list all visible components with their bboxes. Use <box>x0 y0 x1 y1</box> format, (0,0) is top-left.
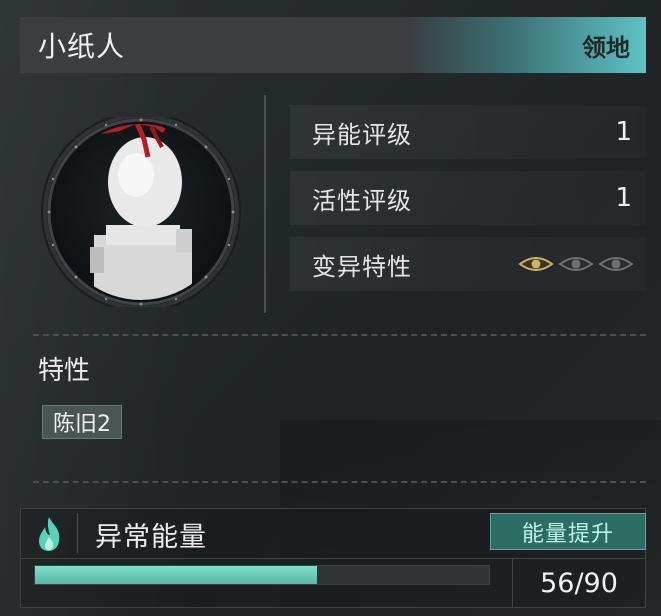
trait-tag[interactable]: 陈旧2 <box>42 405 122 439</box>
energy-label: 异常能量 <box>95 522 207 553</box>
stat-label: 异能评级 <box>312 120 412 149</box>
character-header: 小纸人 领地 <box>20 17 646 73</box>
section-divider <box>33 481 646 483</box>
energy-progress-fill <box>35 566 318 584</box>
eye-icon <box>518 257 554 271</box>
character-name: 小纸人 <box>38 30 126 63</box>
eye-icon <box>558 257 594 271</box>
stat-label: 变异特性 <box>312 252 412 281</box>
eye-icon <box>598 257 634 271</box>
energy-count: 56/90 <box>540 567 618 599</box>
territory-button[interactable]: 领地 <box>582 28 630 63</box>
section-divider <box>33 334 646 336</box>
icon-separator <box>77 513 78 553</box>
energy-row-divider <box>21 558 645 559</box>
character-portrait <box>36 117 246 307</box>
stat-ability-rating: 异能评级 1 <box>290 105 646 159</box>
stat-value: 1 <box>615 117 632 147</box>
traits-title: 特性 <box>38 356 91 386</box>
energy-progress-bar <box>34 565 490 585</box>
energy-boost-button[interactable]: 能量提升 <box>490 513 646 550</box>
flame-icon <box>39 517 60 551</box>
stat-value: 1 <box>615 183 632 213</box>
mutation-eye-rating <box>518 254 634 274</box>
energy-panel: 异常能量 能量提升 56/90 <box>20 508 646 608</box>
vertical-divider <box>264 95 266 313</box>
stat-activity-rating: 活性评级 1 <box>290 171 646 225</box>
stat-label: 活性评级 <box>312 186 412 215</box>
stat-mutation-traits: 变异特性 <box>290 237 646 291</box>
